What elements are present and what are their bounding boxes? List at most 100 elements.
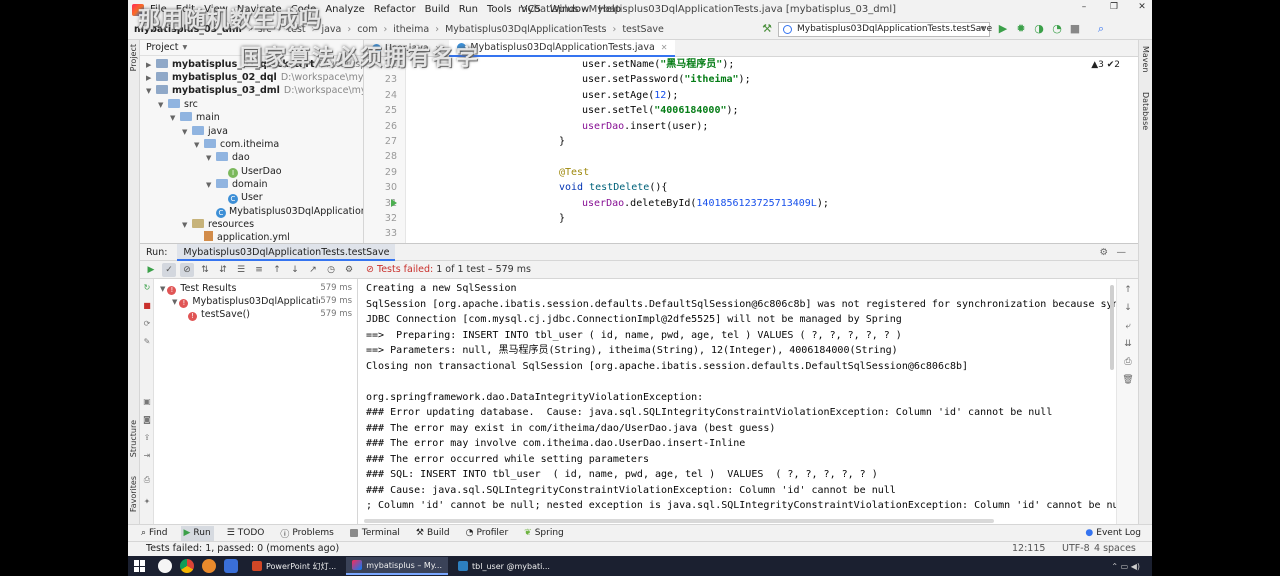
app-icon[interactable] <box>224 559 238 573</box>
tree-item-resources[interactable]: ▼ resources <box>182 218 254 231</box>
tool-problems[interactable]: ⓘ Problems <box>277 526 337 541</box>
soft-wrap-icon[interactable]: ⤶ <box>1122 321 1134 331</box>
collapse-all-icon[interactable]: ≡ <box>252 263 266 277</box>
scroll-up-icon[interactable]: ↑ <box>1122 285 1134 295</box>
layout-icon[interactable]: ▣ <box>142 397 152 407</box>
breadcrumb-method[interactable]: testSave <box>622 24 664 35</box>
build-hammer-icon[interactable]: ⚒ <box>760 22 774 36</box>
scroll-down-icon[interactable]: ↓ <box>1122 303 1134 313</box>
scroll-to-end-icon[interactable]: ⇊ <box>1122 339 1134 349</box>
expand-all-icon[interactable]: ☰ <box>234 263 248 277</box>
tool-build[interactable]: ⚒ Build <box>413 526 453 541</box>
hide-panel-icon[interactable]: — <box>1117 247 1127 258</box>
tool-profiler[interactable]: ◔ Profiler <box>463 526 512 541</box>
tree-item-module-03[interactable]: ▼ mybatisplus_03_dmlD:\workspace\mybatisp… <box>146 84 363 97</box>
tree-item-application-yml[interactable]: application.yml <box>204 231 290 243</box>
restore-icon[interactable]: ❐ <box>1108 2 1120 14</box>
profile-icon[interactable]: ◔ <box>1050 22 1064 36</box>
tree-item-application[interactable]: C Mybatisplus03DqlApplication <box>216 205 363 218</box>
toggle-autotest-icon[interactable]: ⟳ <box>142 319 152 329</box>
previous-failed-icon[interactable]: ↑ <box>270 263 284 277</box>
tree-item-domain[interactable]: ▼ domain <box>206 178 268 191</box>
stop-icon[interactable]: ■ <box>142 301 152 311</box>
rerun-failed-icon[interactable]: ↻ <box>142 283 152 293</box>
favorites-tool-tab[interactable]: Favorites <box>129 476 138 512</box>
file-explorer-icon[interactable] <box>158 559 172 573</box>
run-tab-testsave[interactable]: Mybatisplus03DqlApplicationTests.testSav… <box>177 243 396 261</box>
structure-tool-tab[interactable]: Structure <box>129 420 138 457</box>
tool-event-log[interactable]: ● Event Log <box>1082 526 1144 541</box>
tab-tests-java[interactable]: Mybatisplus03DqlApplicationTests.java ✕ <box>449 40 676 57</box>
caret-position[interactable]: 12:115 <box>1012 543 1045 554</box>
search-everywhere-icon[interactable]: ⌕ <box>1094 22 1108 36</box>
tool-spring[interactable]: ❦ Spring <box>521 526 567 541</box>
tree-item-user[interactable]: C User <box>228 191 263 204</box>
show-passed-icon[interactable]: ✓ <box>162 262 176 277</box>
inspection-warnings-badge[interactable]: ▲3 ✔2 <box>1091 60 1120 70</box>
system-tray[interactable]: ⌃ ▭ ◀) <box>1111 562 1140 571</box>
settings-gear-icon[interactable]: ⚙ <box>1099 247 1108 258</box>
close-tab-icon[interactable]: ✕ <box>661 43 668 52</box>
rerun-icon[interactable]: ▶ <box>144 263 158 277</box>
settings-gear-icon[interactable]: ⚙ <box>342 263 356 277</box>
wrench-icon[interactable]: ✎ <box>142 337 152 347</box>
tree-item-main[interactable]: ▼ main <box>170 111 220 124</box>
print-icon[interactable]: ⎙ <box>1122 357 1134 367</box>
taskbar-intellij[interactable]: mybatisplus – My... <box>346 557 449 575</box>
pin-icon[interactable]: ✦ <box>142 497 152 507</box>
console-horizontal-scrollbar[interactable] <box>364 519 994 523</box>
test-results-root[interactable]: ▼! Test Results 579 ms <box>160 282 356 295</box>
sort-duration-icon[interactable]: ⇵ <box>216 263 230 277</box>
project-tool-tab[interactable]: Project <box>129 44 138 71</box>
show-ignored-icon[interactable]: ⊘ <box>180 262 194 277</box>
taskbar-database[interactable]: tbl_user @mybati... <box>452 557 556 575</box>
tree-item-package[interactable]: ▼ com.itheima <box>194 138 279 151</box>
sort-alpha-icon[interactable]: ⇅ <box>198 263 212 277</box>
run-icon[interactable]: ▶ <box>996 22 1010 36</box>
menu-run[interactable]: Run <box>459 4 478 15</box>
tree-item-dao[interactable]: ▼ dao <box>206 151 250 164</box>
exit-icon[interactable]: ⇥ <box>142 451 152 461</box>
history-icon[interactable]: ◷ <box>324 263 338 277</box>
breadcrumb-itheima[interactable]: itheima <box>393 24 429 35</box>
taskbar-powerpoint[interactable]: PowerPoint 幻灯... <box>246 557 342 575</box>
debug-icon[interactable]: ✹ <box>1014 22 1028 36</box>
test-class-node[interactable]: ▼! Mybatisplus03DqlApplicationTe 579 ms <box>172 295 356 308</box>
camera-icon[interactable]: ◙ <box>142 415 152 425</box>
next-failed-icon[interactable]: ↓ <box>288 263 302 277</box>
clear-all-icon[interactable]: 🗑 <box>1122 375 1134 385</box>
chrome-icon[interactable] <box>180 559 194 573</box>
firefox-icon[interactable] <box>202 559 216 573</box>
tree-item-userdao[interactable]: I UserDao <box>228 165 282 178</box>
export-icon[interactable]: ⇪ <box>142 433 152 443</box>
coverage-icon[interactable]: ◑ <box>1032 22 1046 36</box>
tool-todo[interactable]: ☰ TODO <box>224 526 268 541</box>
breadcrumb-class[interactable]: Mybatisplus03DqlApplicationTests <box>445 24 606 35</box>
status-message[interactable]: Tests failed: 1, passed: 0 (moments ago) <box>146 543 339 554</box>
run-config-dropdown[interactable]: Mybatisplus03DqlApplicationTests.testSav… <box>778 22 992 37</box>
minimize-icon[interactable]: – <box>1078 2 1090 14</box>
menu-tools[interactable]: Tools <box>487 4 512 15</box>
run-test-gutter-icon[interactable] <box>391 199 397 207</box>
close-icon[interactable]: ✕ <box>1136 2 1148 14</box>
indent-setting[interactable]: 4 spaces <box>1094 543 1136 554</box>
breadcrumb-java[interactable]: java <box>321 24 341 35</box>
tool-find[interactable]: ⌕ Find <box>138 526 171 541</box>
code-editor[interactable]: User.java ✕ Mybatisplus03DqlApplicationT… <box>364 40 1138 243</box>
console-output[interactable]: Creating a new SqlSession SqlSession [or… <box>358 279 1116 524</box>
windows-start-icon[interactable] <box>134 560 146 572</box>
database-tool-tab[interactable]: Database <box>1141 92 1150 130</box>
menu-analyze[interactable]: Analyze <box>325 4 364 15</box>
menu-build[interactable]: Build <box>425 4 450 15</box>
menu-refactor[interactable]: Refactor <box>374 4 416 15</box>
console-vertical-scrollbar[interactable] <box>1110 285 1114 370</box>
tree-item-module-02[interactable]: ▶mybatisplus_02_dqlD:\workspace\mybatisp <box>146 71 363 84</box>
import-tests-icon[interactable]: ↗ <box>306 263 320 277</box>
tool-terminal[interactable]: Terminal <box>347 526 403 541</box>
print-icon[interactable]: ⎙ <box>142 475 152 485</box>
tree-item-src[interactable]: ▼ src <box>158 98 198 111</box>
maven-tool-tab[interactable]: Maven <box>1141 46 1150 73</box>
stop-icon[interactable]: ■ <box>1068 22 1082 36</box>
tool-run[interactable]: ▶ Run <box>180 525 214 541</box>
test-method-node[interactable]: ! testSave() 579 ms <box>188 308 356 321</box>
